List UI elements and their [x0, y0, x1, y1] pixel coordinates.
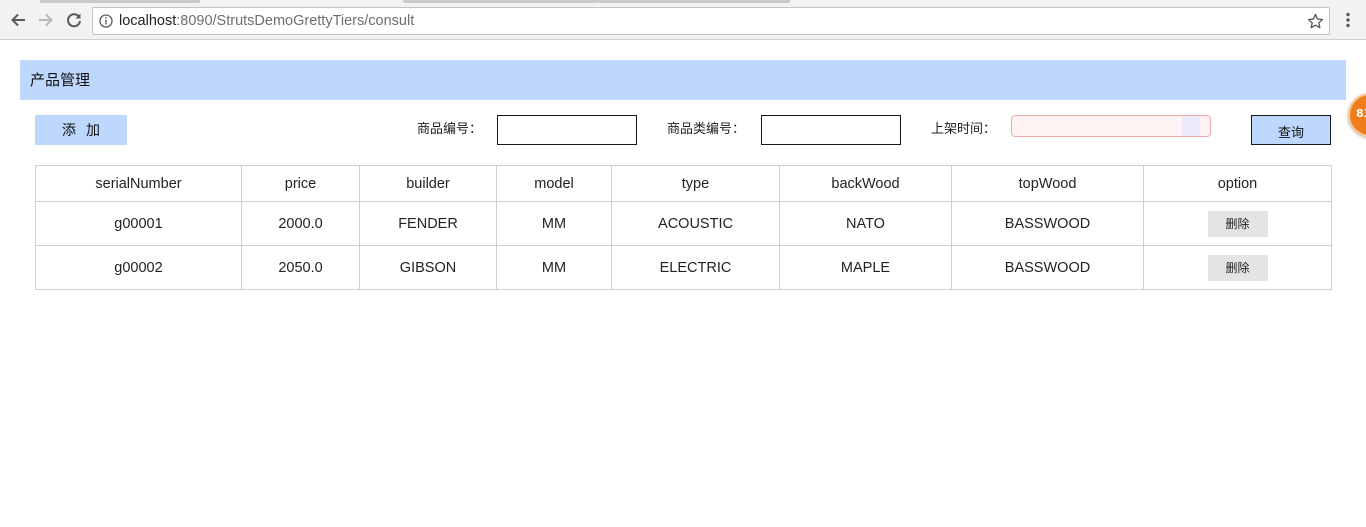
column-header-price: price	[241, 165, 360, 202]
info-icon[interactable]	[99, 14, 113, 28]
table-header-row: serialNumber price builder model type ba…	[35, 165, 1332, 202]
cell-option: 删除	[1143, 201, 1332, 246]
address-bar[interactable]: localhost:8090/StrutsDemoGrettyTiers/con…	[92, 7, 1330, 35]
category-number-input[interactable]	[761, 115, 901, 145]
cell-topwood: BASSWOOD	[951, 245, 1144, 290]
shelf-time-input[interactable]	[1011, 115, 1211, 137]
tab-strip	[0, 0, 1366, 3]
cell-option: 删除	[1143, 245, 1332, 290]
cell-model: MM	[496, 201, 612, 246]
badge-count: 83	[1356, 107, 1366, 120]
column-header-type: type	[611, 165, 780, 202]
shelf-time-label: 上架时间：	[931, 122, 997, 137]
reload-icon	[67, 13, 81, 28]
cell-serialnumber: g00001	[35, 201, 242, 246]
browser-tab[interactable]	[403, 0, 598, 3]
cell-serialnumber: g00002	[35, 245, 242, 290]
delete-button[interactable]: 删除	[1207, 254, 1268, 281]
cell-topwood: BASSWOOD	[951, 201, 1144, 246]
table-row: g00001 2000.0 FENDER MM ACOUSTIC NATO BA…	[35, 201, 1332, 246]
browser-tab[interactable]	[40, 0, 200, 3]
back-button[interactable]	[7, 9, 29, 31]
browser-tab[interactable]	[598, 0, 790, 3]
back-arrow-icon	[11, 13, 25, 27]
column-header-topwood: topWood	[951, 165, 1144, 202]
star-icon[interactable]	[1307, 13, 1324, 30]
cell-price: 2000.0	[241, 201, 360, 246]
table-row: g00002 2050.0 GIBSON MM ELECTRIC MAPLE B…	[35, 245, 1332, 290]
cell-builder: FENDER	[359, 201, 497, 246]
column-header-option: option	[1143, 165, 1332, 202]
cell-type: ACOUSTIC	[611, 201, 780, 246]
cell-backwood: NATO	[779, 201, 952, 246]
page-title: 产品管理	[30, 71, 91, 89]
floating-badge[interactable]: 83	[1348, 93, 1366, 137]
cell-price: 2050.0	[241, 245, 360, 290]
cell-backwood: MAPLE	[779, 245, 952, 290]
column-header-backwood: backWood	[779, 165, 952, 202]
cell-builder: GIBSON	[359, 245, 497, 290]
browser-menu-button[interactable]	[1338, 9, 1358, 31]
product-table: serialNumber price builder model type ba…	[35, 165, 1332, 290]
forward-arrow-icon	[39, 13, 53, 27]
url-host: localhost	[119, 13, 177, 29]
add-button[interactable]: 添加	[35, 115, 127, 145]
cell-model: MM	[496, 245, 612, 290]
category-number-label: 商品类编号：	[667, 122, 746, 137]
date-spinner[interactable]	[1182, 116, 1200, 136]
browser-toolbar: localhost:8090/StrutsDemoGrettyTiers/con…	[0, 0, 1366, 40]
reload-button[interactable]	[63, 9, 85, 31]
url-text[interactable]: localhost:8090/StrutsDemoGrettyTiers/con…	[119, 13, 414, 30]
cell-type: ELECTRIC	[611, 245, 780, 290]
serial-number-label: 商品编号：	[417, 122, 483, 137]
forward-button[interactable]	[35, 9, 57, 31]
page-title-bar: 产品管理	[20, 60, 1346, 100]
query-button[interactable]: 查询	[1251, 115, 1331, 145]
delete-button[interactable]: 删除	[1207, 210, 1268, 237]
column-header-serialnumber: serialNumber	[35, 165, 242, 202]
column-header-model: model	[496, 165, 612, 202]
column-header-builder: builder	[359, 165, 497, 202]
kebab-menu-icon	[1346, 12, 1350, 28]
url-path: :8090/StrutsDemoGrettyTiers/consult	[176, 13, 415, 29]
serial-number-input[interactable]	[497, 115, 637, 145]
